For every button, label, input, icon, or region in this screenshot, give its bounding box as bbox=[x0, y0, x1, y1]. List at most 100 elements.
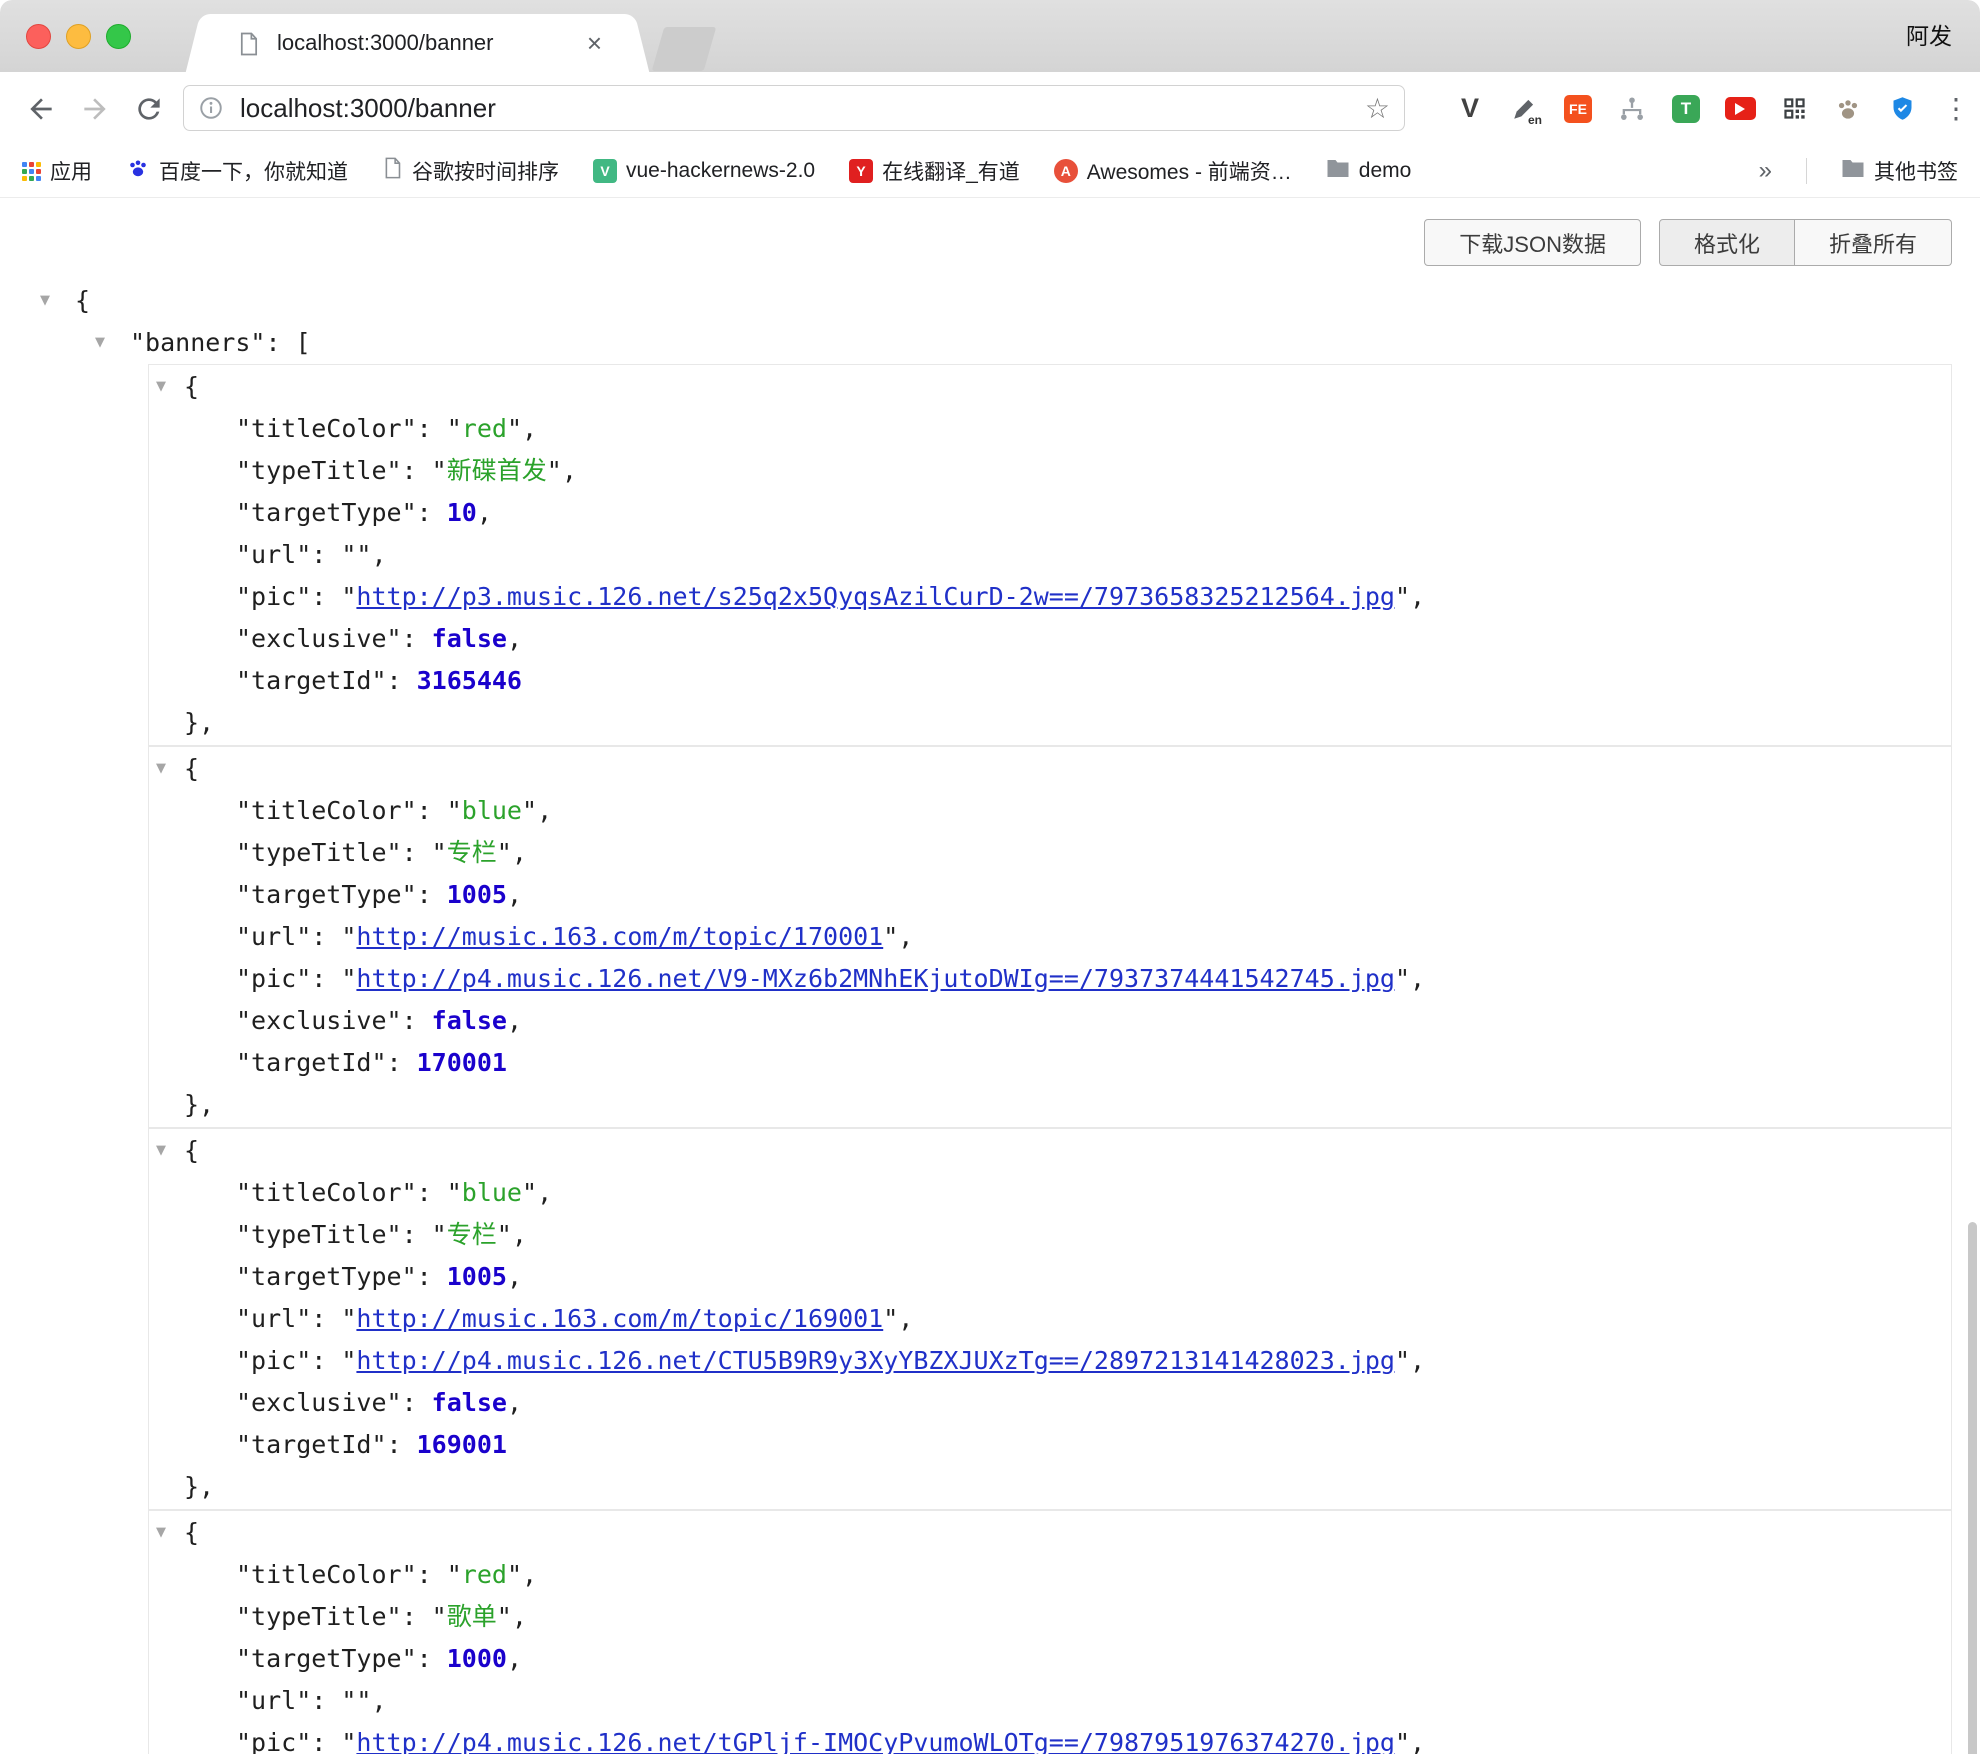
json-token: " bbox=[497, 838, 512, 867]
bookmark-vue-hackernews[interactable]: V vue-hackernews-2.0 bbox=[593, 159, 815, 183]
bookmarks-overflow-chevron[interactable]: » bbox=[1759, 157, 1772, 185]
json-token: " bbox=[341, 1346, 356, 1375]
page-content: 下载JSON数据 格式化 折叠所有 ▼{▼"banners": [▼{"titl… bbox=[0, 199, 1980, 1754]
json-property-line: "url": "http://music.163.com/m/topic/169… bbox=[149, 1298, 1951, 1340]
json-value-string: blue bbox=[462, 1178, 522, 1207]
json-token: "typeTitle": bbox=[236, 456, 432, 485]
scrollbar-thumb[interactable] bbox=[1968, 1222, 1977, 1754]
json-property-line: "url": "http://music.163.com/m/topic/170… bbox=[149, 916, 1951, 958]
fe-icon[interactable]: FE bbox=[1562, 93, 1594, 125]
json-token: " bbox=[507, 1560, 522, 1589]
json-link[interactable]: http://p4.music.126.net/CTU5B9R9y3XyYBZX… bbox=[356, 1346, 1395, 1375]
collapse-all-button[interactable]: 折叠所有 bbox=[1795, 219, 1952, 266]
collapse-triangle-icon[interactable]: ▼ bbox=[95, 322, 105, 364]
json-token: " bbox=[497, 1220, 512, 1249]
json-token: "targetType": bbox=[236, 1262, 447, 1291]
json-value-number: 170001 bbox=[417, 1048, 507, 1077]
json-token: { bbox=[75, 286, 90, 315]
minimize-window-button[interactable] bbox=[66, 24, 91, 49]
json-property-line: "titleColor": "red", bbox=[149, 1554, 1951, 1596]
collapse-triangle-icon[interactable]: ▼ bbox=[156, 1512, 166, 1554]
json-token: { bbox=[184, 754, 199, 783]
json-token: " bbox=[341, 1728, 356, 1754]
paw-icon[interactable] bbox=[1832, 93, 1864, 125]
profile-name[interactable]: 阿发 bbox=[1906, 0, 1952, 72]
navigation-bar: localhost:3000/banner ☆ V en FE T bbox=[0, 72, 1980, 145]
json-value-string: red bbox=[462, 414, 507, 443]
vimium-icon[interactable]: V bbox=[1454, 93, 1486, 125]
zoom-window-button[interactable] bbox=[106, 24, 131, 49]
json-value-number: 169001 bbox=[417, 1430, 507, 1459]
collapse-triangle-icon[interactable]: ▼ bbox=[156, 366, 166, 408]
json-token: " bbox=[447, 1178, 462, 1207]
bookmark-label: 在线翻译_有道 bbox=[882, 156, 1020, 186]
org-chart-icon[interactable] bbox=[1616, 93, 1648, 125]
json-token: , bbox=[507, 1644, 522, 1673]
shield-check-icon[interactable] bbox=[1886, 93, 1918, 125]
bookmark-star-icon[interactable]: ☆ bbox=[1365, 92, 1390, 125]
bookmarks-divider bbox=[1806, 158, 1807, 184]
bookmark-label: Awesomes - 前端资… bbox=[1087, 156, 1292, 186]
bookmark-baidu[interactable]: 百度一下，你就知道 bbox=[126, 156, 348, 186]
json-token: , bbox=[512, 1220, 527, 1249]
translate-icon[interactable]: en bbox=[1508, 93, 1540, 125]
json-value-string: 歌单 bbox=[447, 1602, 497, 1631]
json-value-number: 1005 bbox=[447, 880, 507, 909]
reload-button[interactable] bbox=[130, 90, 168, 128]
tampermonkey-icon[interactable]: T bbox=[1670, 93, 1702, 125]
collapse-triangle-icon[interactable]: ▼ bbox=[156, 748, 166, 790]
json-token: "pic": bbox=[236, 964, 341, 993]
collapse-triangle-icon[interactable]: ▼ bbox=[40, 280, 50, 322]
url-text: localhost:3000/banner bbox=[240, 93, 496, 124]
qrcode-icon[interactable] bbox=[1778, 93, 1810, 125]
format-button-group: 格式化 折叠所有 bbox=[1659, 219, 1952, 266]
json-token: "pic": bbox=[236, 582, 341, 611]
bookmark-youdao[interactable]: Y 在线翻译_有道 bbox=[849, 156, 1020, 186]
json-value-number: 1000 bbox=[447, 1644, 507, 1673]
json-token: "typeTitle": bbox=[236, 1220, 432, 1249]
banner-object: ▼{"titleColor": "red","typeTitle": "新碟首发… bbox=[148, 364, 1952, 746]
json-token: }, bbox=[184, 708, 214, 737]
json-object-open-line: ▼{ bbox=[149, 748, 1951, 790]
format-button[interactable]: 格式化 bbox=[1659, 219, 1795, 266]
bookmark-google-sort[interactable]: 谷歌按时间排序 bbox=[382, 156, 559, 186]
download-json-button[interactable]: 下载JSON数据 bbox=[1424, 219, 1641, 266]
omnibox[interactable]: localhost:3000/banner ☆ bbox=[183, 85, 1405, 131]
collapse-triangle-icon[interactable]: ▼ bbox=[156, 1130, 166, 1172]
json-link[interactable]: http://music.163.com/m/topic/169001 bbox=[356, 1304, 883, 1333]
json-token: "pic": bbox=[236, 1346, 341, 1375]
json-link[interactable]: http://p3.music.126.net/s25q2x5QyqsAzilC… bbox=[356, 582, 1395, 611]
json-property-line: "pic": "http://p3.music.126.net/s25q2x5Q… bbox=[149, 576, 1951, 618]
json-token: "exclusive": bbox=[236, 1006, 432, 1035]
json-link[interactable]: http://music.163.com/m/topic/170001 bbox=[356, 922, 883, 951]
json-property-line: "targetId": 3165446 bbox=[149, 660, 1951, 702]
json-token: { bbox=[184, 372, 199, 401]
json-object-close-line: }, bbox=[149, 1084, 1951, 1126]
json-token: "exclusive": bbox=[236, 624, 432, 653]
bookmark-folder-others[interactable]: 其他书签 bbox=[1841, 156, 1958, 186]
json-tree: ▼{▼"banners": [▼{"titleColor": "red","ty… bbox=[0, 280, 1980, 1754]
json-token: " bbox=[1395, 582, 1410, 611]
youtube-icon[interactable] bbox=[1724, 93, 1756, 125]
json-token: " bbox=[522, 796, 537, 825]
bookmark-awesomes[interactable]: A Awesomes - 前端资… bbox=[1054, 156, 1292, 186]
json-token: , bbox=[522, 414, 537, 443]
json-token: "titleColor": bbox=[236, 414, 447, 443]
json-link[interactable]: http://p4.music.126.net/tGPljf-IMOCyPvum… bbox=[356, 1728, 1395, 1754]
json-token: , bbox=[898, 922, 913, 951]
tab-close-icon[interactable]: × bbox=[587, 14, 602, 72]
bookmark-apps[interactable]: 应用 bbox=[22, 156, 92, 186]
browser-menu-icon[interactable]: ⋮ bbox=[1940, 93, 1972, 125]
json-link[interactable]: http://p4.music.126.net/V9-MXz6b2MNhEKju… bbox=[356, 964, 1395, 993]
bookmark-label: 百度一下，你就知道 bbox=[159, 156, 348, 186]
json-value-string: red bbox=[462, 1560, 507, 1589]
forward-button[interactable] bbox=[76, 90, 114, 128]
tab-title: localhost:3000/banner bbox=[277, 14, 494, 72]
browser-tab[interactable]: localhost:3000/banner × bbox=[205, 14, 630, 72]
bookmark-folder-demo[interactable]: demo bbox=[1326, 157, 1412, 185]
new-tab-button[interactable] bbox=[652, 27, 717, 71]
json-property-line: "targetId": 169001 bbox=[149, 1424, 1951, 1466]
back-button[interactable] bbox=[22, 90, 60, 128]
page-info-icon[interactable] bbox=[198, 95, 224, 121]
close-window-button[interactable] bbox=[26, 24, 51, 49]
